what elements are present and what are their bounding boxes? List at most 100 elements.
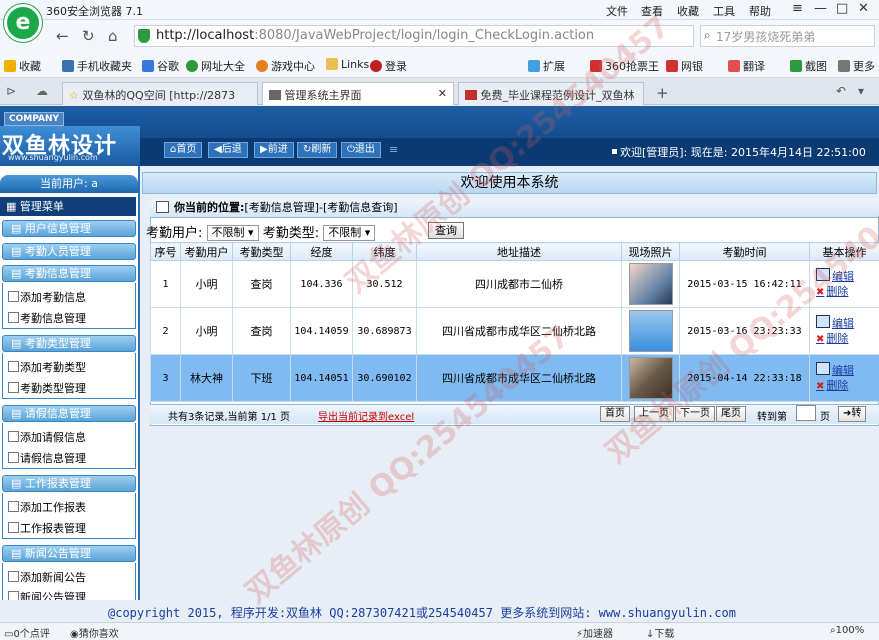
cell-lng: 104.14051	[290, 354, 353, 402]
sidebar-group-attendance[interactable]: ▤ 考勤信息管理	[2, 265, 136, 282]
jump-page-input[interactable]	[796, 405, 816, 421]
menu-file[interactable]: 文件	[606, 3, 628, 19]
page-icon	[465, 90, 477, 100]
bookmark-favorites[interactable]: 收藏	[4, 58, 41, 74]
sidebar-item-attendance-manage[interactable]: 考勤信息管理	[6, 310, 86, 326]
bookmark-links[interactable]: Links	[326, 58, 369, 71]
nav-back-button[interactable]: ◀后退	[208, 142, 248, 158]
filter-type-select[interactable]: 不限制 ▾	[323, 225, 376, 241]
tab-back-icon[interactable]: ↶	[836, 84, 846, 98]
menu-icon[interactable]: ≡	[792, 1, 803, 16]
query-button[interactable]: 查询	[428, 222, 464, 239]
prev-page-button[interactable]: 上一页	[634, 406, 674, 422]
sidebar-group-news[interactable]: ▤ 新闻公告管理	[2, 545, 136, 562]
sidebar-item-add-attendance[interactable]: 添加考勤信息	[6, 289, 86, 305]
bookmark-ticket[interactable]: 360抢票王	[590, 58, 659, 74]
search-icon[interactable]: ⌕	[704, 28, 711, 43]
menu-favorites[interactable]: 收藏	[677, 3, 699, 19]
status-download[interactable]: ↓下载	[646, 625, 674, 640]
menu-help[interactable]: 帮助	[749, 3, 771, 19]
photo-thumbnail[interactable]	[628, 357, 673, 399]
tab-list-icon[interactable]: ▾	[858, 84, 864, 98]
tab-management[interactable]: 管理系统主界面 ✕	[262, 82, 454, 105]
address-text[interactable]: http://localhost:8080/JavaWebProject/log…	[156, 28, 594, 43]
status-recommend[interactable]: ◉猜你喜欢	[70, 625, 119, 640]
close-window-icon[interactable]: ✕	[858, 1, 869, 16]
cell-photo	[621, 354, 680, 402]
status-accelerator[interactable]: ⚡加速器	[576, 625, 613, 640]
edit-link[interactable]: 编辑	[816, 268, 879, 284]
menu-view[interactable]: 查看	[641, 3, 663, 19]
home-icon[interactable]: ⌂	[108, 27, 118, 45]
nav-refresh-button[interactable]: ↻刷新	[297, 142, 338, 158]
delete-link[interactable]: 删除	[816, 331, 879, 347]
edit-link[interactable]: 编辑	[816, 362, 879, 378]
sidebar-item-add-report[interactable]: 添加工作报表	[6, 499, 86, 515]
tab-free-course[interactable]: 免费_毕业课程范例设计_双鱼林	[458, 82, 644, 105]
nav-home-button[interactable]: ⌂首页	[164, 142, 203, 158]
minimize-icon[interactable]: —	[814, 1, 827, 16]
first-page-button[interactable]: 首页	[600, 406, 630, 422]
table-header-row: 序号 考勤用户 考勤类型 经度 纬度 地址描述 现场照片 考勤时间 基本操作	[150, 242, 879, 261]
star-icon: ☆	[69, 89, 79, 102]
sidebar-toggle-icon[interactable]: ⊳	[6, 84, 16, 98]
sidebar-item-leave-manage[interactable]: 请假信息管理	[6, 450, 86, 466]
reload-icon[interactable]: ↻	[82, 27, 95, 45]
edit-link[interactable]: 编辑	[816, 315, 879, 331]
maximize-icon[interactable]: □	[836, 1, 848, 16]
last-page-button[interactable]: 尾页	[716, 406, 746, 422]
bookmark-login[interactable]: 登录	[370, 58, 407, 74]
status-zoom[interactable]: ⌕100%	[830, 625, 864, 636]
globe-icon	[186, 60, 198, 72]
nav-logout-button[interactable]: ⏻退出	[341, 142, 381, 158]
delete-link[interactable]: 删除	[816, 284, 879, 300]
cell-ops: 编辑删除	[809, 260, 879, 308]
bookmark-mobile[interactable]: 手机收藏夹	[62, 58, 132, 74]
go-button[interactable]: ➜转	[838, 406, 867, 422]
sidebar-item-report-manage[interactable]: 工作报表管理	[6, 520, 86, 536]
search-text[interactable]: 17岁男孩烧死弟弟	[716, 28, 815, 45]
address-path: :8080/JavaWebProject/login/login_CheckLo…	[254, 28, 595, 43]
sidebar-item-add-type[interactable]: 添加考勤类型	[6, 359, 86, 375]
jump-label: 转到第	[757, 412, 787, 423]
sidebar-item-add-news[interactable]: 添加新闻公告	[6, 569, 86, 585]
folder-icon	[62, 60, 74, 72]
sidebar-group-attendance-types[interactable]: ▤ 考勤类型管理	[2, 335, 136, 352]
new-tab-icon[interactable]: +	[656, 84, 669, 102]
bookmark-extensions[interactable]: 扩展	[528, 58, 565, 74]
sidebar-group-attendees[interactable]: ▤ 考勤人员管理	[2, 243, 136, 260]
sidebar-group-reports[interactable]: ▤ 工作报表管理	[2, 475, 136, 492]
next-page-button[interactable]: 下一页	[675, 406, 715, 422]
bookmark-translate[interactable]: 翻译	[728, 58, 765, 74]
bookmark-bank[interactable]: 网银	[666, 58, 703, 74]
bookmark-games[interactable]: 游戏中心	[256, 58, 315, 74]
photo-thumbnail[interactable]	[628, 310, 673, 352]
cell-photo	[621, 260, 680, 308]
tab-close-icon[interactable]: ✕	[438, 87, 447, 100]
photo-thumbnail[interactable]	[628, 263, 673, 305]
export-excel-link[interactable]: 导出当前记录到excel	[318, 408, 414, 423]
tab-qq-space[interactable]: ☆ 双鱼林的QQ空间 [http://2873	[62, 82, 258, 105]
sidebar-group-users[interactable]: ▤ 用户信息管理	[2, 220, 136, 237]
nav-forward-button[interactable]: ▶前进	[254, 142, 294, 158]
pager-info: 共有3条记录,当前第 1/1 页	[168, 412, 290, 423]
bookmark-site-nav[interactable]: 网址大全	[186, 58, 245, 74]
list-icon: ▤	[11, 245, 22, 258]
cloud-icon[interactable]: ☁	[36, 84, 48, 98]
current-user-header: 当前用户: a	[0, 175, 138, 193]
sidebar-item-type-manage[interactable]: 考勤类型管理	[6, 380, 86, 396]
google-icon	[142, 60, 154, 72]
status-bar	[0, 622, 879, 640]
filter-user-select[interactable]: 不限制 ▾	[206, 225, 259, 241]
bookmark-screenshot[interactable]: 截图	[790, 58, 827, 74]
menu-tools[interactable]: 工具	[713, 3, 735, 19]
sidebar-group-leave[interactable]: ▤ 请假信息管理	[2, 405, 136, 422]
sidebar-item-add-leave[interactable]: 添加请假信息	[6, 429, 86, 445]
status-comments[interactable]: ▭0个点评	[4, 625, 50, 640]
cell-type: 查岗	[232, 260, 291, 308]
bookmark-more[interactable]: 更多	[838, 58, 875, 74]
cell-address: 四川成都市二仙桥	[416, 260, 622, 308]
delete-link[interactable]: 删除	[816, 378, 879, 394]
bookmark-google[interactable]: 谷歌	[142, 58, 179, 74]
back-icon[interactable]: ←	[56, 27, 69, 45]
